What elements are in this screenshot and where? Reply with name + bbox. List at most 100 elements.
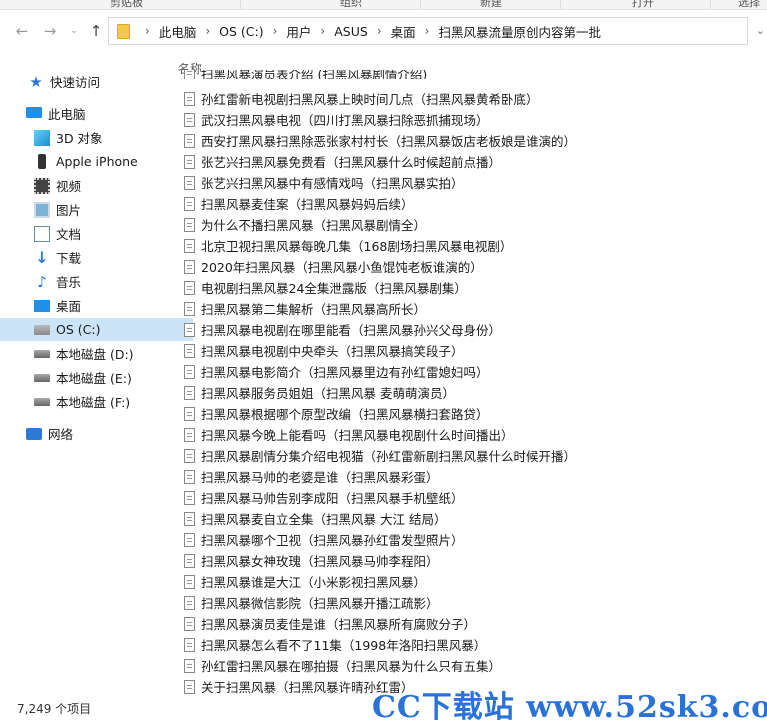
breadcrumb-item[interactable]: › 扫黑风暴流量原创内容第一批: [416, 22, 601, 41]
file-row[interactable]: 武汉扫黑风暴电视（四川打黑风暴扫除恶抓捕现场）: [180, 109, 489, 130]
text-file-icon: [184, 490, 195, 505]
ribbon-separator: [240, 0, 241, 9]
sidebar-item-os-c[interactable]: OS (C:): [0, 318, 193, 341]
ribbon-tab-organize[interactable]: 组织: [340, 0, 362, 9]
breadcrumb-item[interactable]: › ASUS: [311, 24, 367, 39]
sidebar-item-downloads[interactable]: ↓ 下载: [0, 246, 193, 269]
file-row[interactable]: 扫黑风暴剧情分集介绍电视猫（孙红雷新剧扫黑风暴什么时候开播）: [180, 445, 576, 466]
ribbon-separator: [710, 0, 711, 9]
file-row[interactable]: 扫黑风暴女神玫瑰（扫黑风暴马帅李程阳）: [180, 550, 439, 571]
file-row[interactable]: 孙红雷新电视剧扫黑风暴上映时间几点（扫黑风暴黄希卧底）: [180, 88, 539, 109]
file-name: 扫黑风暴麦佳案（扫黑风暴妈妈后续）: [201, 197, 414, 212]
chevron-right-icon: ›: [272, 24, 278, 38]
file-row[interactable]: 扫黑风暴马帅告别李成阳（扫黑风暴手机壁纸）: [180, 487, 464, 508]
chevron-right-icon: ›: [205, 24, 211, 38]
file-row[interactable]: 扫黑风暴根据哪个原型改编（扫黑风暴横扫套路贷）: [180, 403, 489, 424]
file-row[interactable]: 电视剧扫黑风暴24全集泄露版（扫黑风暴剧集）: [180, 277, 467, 298]
folder-icon: [117, 23, 130, 39]
ribbon-tab-new[interactable]: 新建: [480, 0, 502, 9]
text-file-icon: [184, 406, 195, 421]
sidebar-item-music[interactable]: ♪ 音乐: [0, 270, 193, 293]
breadcrumb-label: 此电脑: [158, 24, 197, 40]
address-dropdown-chevron-icon[interactable]: ⌄: [756, 24, 765, 37]
text-file-icon: [184, 280, 195, 295]
file-row[interactable]: 孙红雷扫黑风暴在哪拍摄（扫黑风暴为什么只有五集）: [180, 655, 501, 676]
sidebar-item-label: 此电脑: [48, 107, 86, 122]
file-row[interactable]: 扫黑风暴电影简介（扫黑风暴里边有孙红雷媳妇吗）: [180, 361, 489, 382]
sidebar-item-disk-d[interactable]: 本地磁盘 (D:): [0, 342, 193, 365]
breadcrumb-item[interactable]: › 用户: [264, 22, 312, 41]
text-file-icon: [184, 322, 195, 337]
text-file-icon: [184, 469, 195, 484]
file-name: 扫黑风暴谁是大江（小米影视扫黑风暴）: [201, 575, 427, 590]
text-file-icon: [184, 112, 195, 127]
text-file-icon: [184, 133, 195, 148]
file-row[interactable]: 为什么不播扫黑风暴（扫黑风暴剧情全）: [180, 214, 426, 235]
file-name: 扫黑风暴怎么看不了11集（1998年洛阳扫黑风暴）: [201, 638, 487, 653]
file-name: 孙红雷扫黑风暴在哪拍摄（扫黑风暴为什么只有五集）: [201, 659, 502, 674]
file-row[interactable]: 2020年扫黑风暴（扫黑风暴小鱼馄饨老板谁演的）: [180, 256, 483, 277]
file-row[interactable]: 扫黑风暴怎么看不了11集（1998年洛阳扫黑风暴）: [180, 634, 486, 655]
file-name: 为什么不播扫黑风暴（扫黑风暴剧情全）: [201, 218, 427, 233]
text-file-icon: [184, 238, 195, 253]
file-name: 北京卫视扫黑风暴每晚几集（168剧场扫黑风暴电视剧）: [201, 239, 513, 254]
file-row-partial[interactable]: 扫黑风暴演员表介绍 (扫黑风暴剧情介绍): [180, 70, 427, 79]
breadcrumb-item[interactable]: › OS (C:): [196, 24, 263, 39]
sidebar-item-pictures[interactable]: 图片: [0, 198, 193, 221]
sidebar-item-desktop[interactable]: 桌面: [0, 294, 193, 317]
file-row[interactable]: 北京卫视扫黑风暴每晚几集（168剧场扫黑风暴电视剧）: [180, 235, 512, 256]
sidebar-item-apple-iphone[interactable]: Apple iPhone: [0, 150, 193, 173]
file-row[interactable]: 扫黑风暴服务员姐姐（扫黑风暴 麦萌萌演员）: [180, 382, 455, 403]
breadcrumb-label: 用户: [286, 24, 312, 40]
video-icon: [34, 177, 50, 194]
file-name: 扫黑风暴服务员姐姐（扫黑风暴 麦萌萌演员）: [201, 386, 455, 401]
file-name: 张艺兴扫黑风暴中有感情戏吗（扫黑风暴实拍）: [201, 176, 464, 191]
text-file-icon: [184, 175, 195, 190]
star-icon: ★: [29, 72, 43, 91]
file-row[interactable]: 扫黑风暴麦自立全集（扫黑风暴 大江 结局）: [180, 508, 446, 529]
sidebar-item-disk-e[interactable]: 本地磁盘 (E:): [0, 366, 193, 389]
sidebar-item-3d-objects[interactable]: 3D 对象: [0, 126, 193, 149]
file-name: 武汉扫黑风暴电视（四川打黑风暴扫除恶抓捕现场）: [201, 113, 489, 128]
back-arrow-icon[interactable]: ←: [12, 21, 32, 41]
file-row[interactable]: 扫黑风暴哪个卫视（扫黑风暴孙红雷发型照片）: [180, 529, 464, 550]
file-row[interactable]: 扫黑风暴麦佳案（扫黑风暴妈妈后续）: [180, 193, 414, 214]
file-row[interactable]: 扫黑风暴演员麦佳是谁（扫黑风暴所有腐败分子）: [180, 613, 476, 634]
sidebar-item-network[interactable]: 网络: [0, 422, 185, 445]
ribbon-tab-select[interactable]: 选择: [738, 0, 760, 9]
sidebar-item-quick-access[interactable]: ★ 快速访问: [0, 70, 187, 93]
breadcrumb-item[interactable]: › 桌面: [368, 22, 416, 41]
file-list[interactable]: 扫黑风暴演员表介绍 (扫黑风暴剧情介绍) 孙红雷新电视剧扫黑风暴上映时间几点（扫…: [180, 70, 767, 698]
file-row[interactable]: 张艺兴扫黑风暴免费看（扫黑风暴什么时候超前点播）: [180, 151, 501, 172]
forward-arrow-icon[interactable]: →: [40, 21, 60, 41]
file-name: 扫黑风暴马帅告别李成阳（扫黑风暴手机壁纸）: [201, 491, 464, 506]
file-row[interactable]: 扫黑风暴马帅的老婆是谁（扫黑风暴彩蛋）: [180, 466, 439, 487]
ribbon-tab-open[interactable]: 打开: [632, 0, 654, 9]
sidebar-item-videos[interactable]: 视频: [0, 174, 193, 197]
file-name: 孙红雷新电视剧扫黑风暴上映时间几点（扫黑风暴黄希卧底）: [201, 92, 539, 107]
text-file-icon: [184, 364, 195, 379]
file-row[interactable]: 扫黑风暴电视剧中央牵头（扫黑风暴搞笑段子）: [180, 340, 464, 361]
ribbon-tab-clipboard[interactable]: 剪贴板: [110, 0, 143, 9]
sidebar-item-disk-f[interactable]: 本地磁盘 (F:): [0, 390, 193, 413]
sidebar-item-label: 视频: [56, 179, 82, 194]
recent-locations-chevron-icon[interactable]: ⌄: [64, 21, 84, 41]
file-row[interactable]: 扫黑风暴谁是大江（小米影视扫黑风暴）: [180, 571, 426, 592]
file-row[interactable]: 扫黑风暴第二集解析（扫黑风暴高所长）: [180, 298, 426, 319]
up-arrow-icon[interactable]: ↑: [86, 21, 106, 41]
file-row[interactable]: 西安打黑风暴扫黑除恶张家村村长（扫黑风暴饭店老板娘是谁演的）: [180, 130, 576, 151]
sidebar-item-documents[interactable]: 文档: [0, 222, 193, 245]
breadcrumb-item[interactable]: › 此电脑: [136, 22, 196, 41]
file-row[interactable]: 扫黑风暴微信影院（扫黑风暴开播江疏影）: [180, 592, 439, 613]
text-file-icon: [184, 679, 195, 694]
file-row[interactable]: 扫黑风暴电视剧在哪里能看（扫黑风暴孙兴父母身份）: [180, 319, 501, 340]
file-row[interactable]: 张艺兴扫黑风暴中有感情戏吗（扫黑风暴实拍）: [180, 172, 464, 193]
hard-drive-icon: [34, 397, 50, 406]
document-icon: [34, 225, 50, 242]
sidebar-item-this-pc[interactable]: 此电脑: [0, 102, 185, 125]
desktop-icon: [34, 299, 50, 312]
address-bar[interactable]: › 此电脑 › OS (C:) › 用户 › ASUS › 桌面 › 扫黑风暴流量原创内容第…: [108, 17, 765, 45]
file-row[interactable]: 扫黑风暴今晚上能看吗（扫黑风暴电视剧什么时间播出）: [180, 424, 514, 445]
text-file-icon: [184, 616, 195, 631]
breadcrumb-label: ASUS: [334, 23, 368, 39]
